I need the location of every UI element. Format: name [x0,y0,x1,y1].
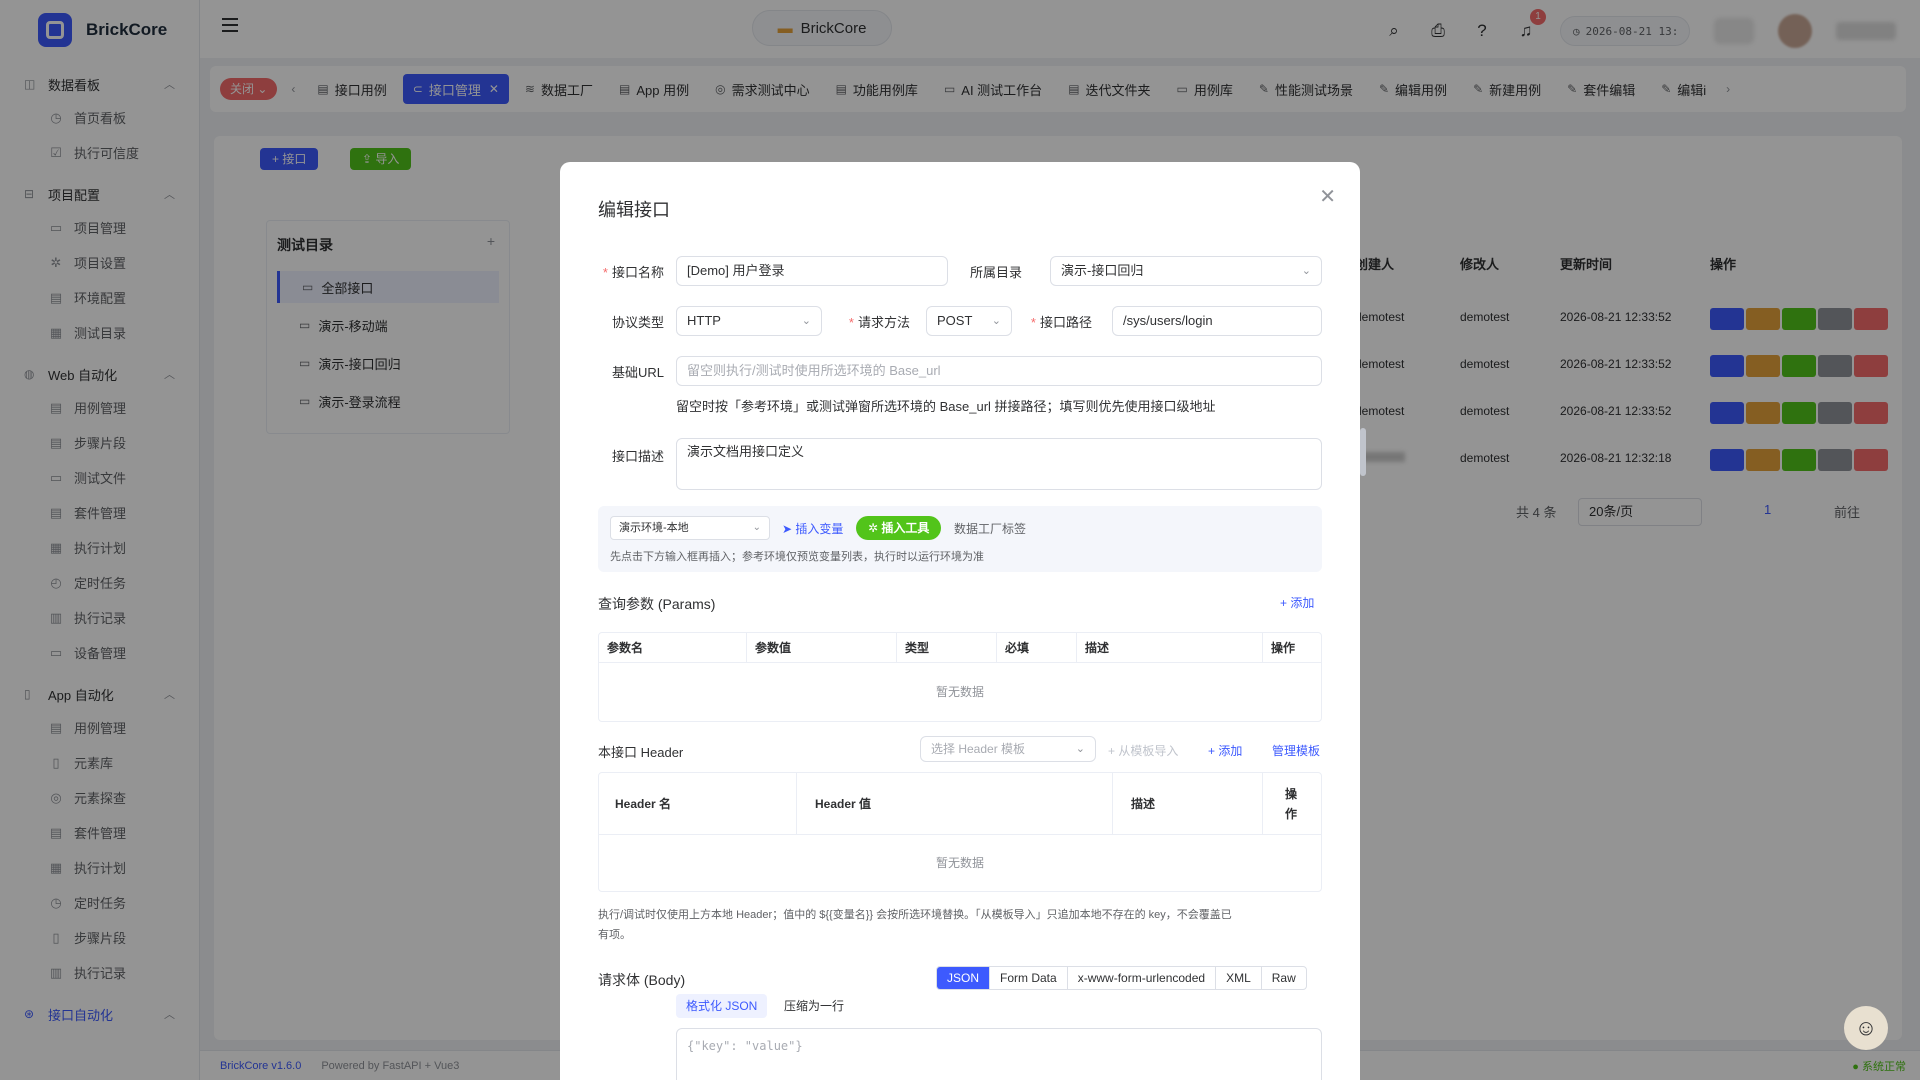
header-table: Header 名 Header 值 描述 操 作 暂无数据 [598,772,1322,892]
body-type-raw[interactable]: Raw [1262,967,1306,989]
env-select[interactable]: 演示环境-本地 ⌄ [610,516,770,540]
protocol-label: 协议类型 [611,315,664,330]
col-param-required: 必填 [997,633,1077,662]
protocol-value: HTTP [687,313,721,328]
base-url-label: 基础URL [611,365,664,380]
col-param-name: 参数名 [599,633,747,662]
insert-tool-label: 插入工具 [881,521,930,535]
body-type-xml[interactable]: XML [1216,967,1262,989]
dialog-title: 编辑接口 [598,200,670,220]
insert-tool-button[interactable]: ✲ 插入工具 [856,516,942,540]
params-table: 参数名 参数值 类型 必填 描述 操作 暂无数据 [598,632,1322,722]
edit-api-dialog: 编辑接口 ✕ * 接口名称 [Demo] 用户登录 所属目录 演示-接口回归 ⌄ 协… [560,162,1360,1080]
col-param-ops: 操作 [1271,641,1296,655]
name-label: * 接口名称 [602,265,664,280]
chevron-down-icon: ⌄ [801,315,811,327]
body-title: 请求体 (Body) [598,972,686,988]
gear-icon: ✲ [868,521,882,535]
manage-template-button[interactable]: 管理模板 [1272,742,1320,759]
description-textarea[interactable]: 演示文档用接口定义 [676,438,1322,490]
body-type-segment: JSON Form Data x-www-form-urlencoded XML… [936,966,1307,990]
body-type-json[interactable]: JSON [937,967,991,989]
method-select[interactable]: POST ⌄ [926,306,1012,336]
path-label-text: 接口路径 [1039,315,1092,330]
add-param-button[interactable]: + 添加 [1280,594,1314,611]
col-header-name: Header 名 [599,773,797,834]
base-url-input[interactable]: 留空则执行/测试时使用所选环境的 Base_url [676,356,1322,386]
method-value: POST [937,313,973,328]
header-hint-1: 执行/调试时仅使用上方本地 Header；值中的 ${{变量名}} 会按所选环境… [598,909,1232,921]
params-empty: 暂无数据 [935,685,984,699]
dir-select[interactable]: 演示-接口回归 ⌄ [1050,256,1322,286]
col-param-desc: 描述 [1077,633,1263,662]
format-json-button[interactable]: 格式化 JSON [676,994,768,1018]
data-factory-tag-button[interactable]: 数据工厂标签 [954,520,1026,537]
insert-variable-label: 插入变量 [795,522,844,536]
header-hint-2: 有项。 [598,929,631,941]
chevron-down-icon: ⌄ [1075,743,1085,755]
compress-button[interactable]: 压缩为一行 [774,994,854,1018]
header-template-select[interactable]: 选择 Header 模板 ⌄ [920,736,1096,762]
send-icon: ➤ [782,522,796,536]
header-title: 本接口 Header [598,745,684,760]
dir-label: 所属目录 [969,265,1022,280]
api-name-input[interactable]: [Demo] 用户登录 [676,256,948,286]
body-type-urlencoded[interactable]: x-www-form-urlencoded [1068,967,1217,989]
import-from-template-button[interactable]: + 从模板导入 [1108,742,1178,759]
header-empty: 暂无数据 [935,856,984,870]
col-header-value: Header 值 [797,773,1113,834]
api-path-input[interactable]: /sys/users/login [1112,306,1322,336]
params-table-header: 参数名 参数值 类型 必填 描述 操作 [599,633,1321,663]
insert-variable-button[interactable]: ➤ 插入变量 [782,520,843,537]
col-header-ops: 操 作 [1285,786,1298,821]
chevron-down-icon: ⌄ [1301,265,1311,277]
variable-tool-panel: 演示环境-本地 ⌄ ➤ 插入变量 ✲ 插入工具 数据工厂标签 先点击下方输入框再插… [598,506,1322,572]
protocol-select[interactable]: HTTP ⌄ [676,306,822,336]
method-label-text: 请求方法 [857,315,910,330]
env-value: 演示环境-本地 [619,522,689,534]
base-url-hint: 留空时按「参考环境」或测试弹窗所选环境的 Base_url 拼接路径；填写则优先… [676,399,1216,414]
name-label-text: 接口名称 [611,265,664,280]
col-header-desc: 描述 [1113,773,1263,834]
body-type-form-data[interactable]: Form Data [990,967,1068,989]
col-param-type: 类型 [897,633,997,662]
add-header-button[interactable]: + 添加 [1208,742,1242,759]
dialog-scrollbar[interactable] [1360,428,1366,476]
params-title: 查询参数 (Params) [598,596,716,612]
header-table-header: Header 名 Header 值 描述 操 作 [599,773,1321,835]
chevron-down-icon: ⌄ [991,315,1001,327]
close-icon[interactable]: ✕ [1319,184,1336,209]
col-param-value: 参数值 [747,633,897,662]
chevron-down-icon: ⌄ [752,522,761,533]
desc-label: 接口描述 [611,449,664,464]
body-editor[interactable]: {"key": "value"} [676,1028,1322,1080]
assistant-mascot-icon[interactable]: ☺ [1844,1006,1888,1050]
tool-hint: 先点击下方输入框再插入；参考环境仅预览变量列表，执行时以运行环境为准 [610,551,984,563]
path-label: * 接口路径 [1030,315,1092,330]
header-template-placeholder: 选择 Header 模板 [931,742,1026,756]
dir-select-value: 演示-接口回归 [1061,263,1144,278]
method-label: * 请求方法 [848,315,910,330]
